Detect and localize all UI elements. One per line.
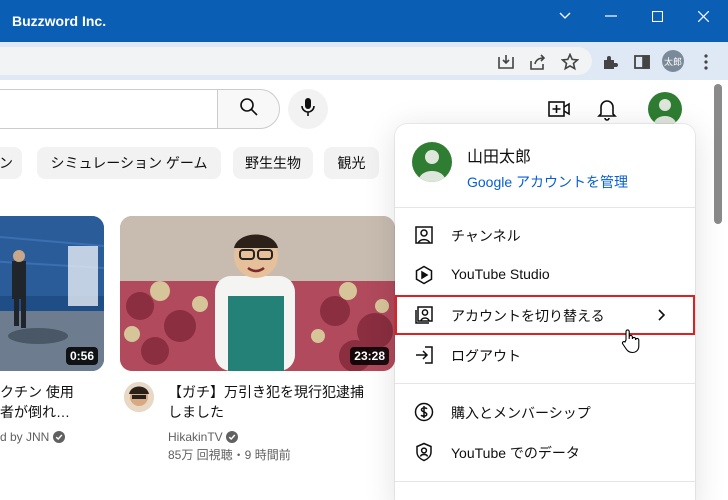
search-button[interactable] <box>217 89 280 129</box>
manage-google-account-link[interactable]: Google アカウントを管理 <box>467 172 628 192</box>
verified-icon <box>52 430 65 448</box>
notifications-bell-icon[interactable] <box>594 96 620 122</box>
chip-wildlife[interactable]: 野生生物 <box>233 147 313 179</box>
video-stats: 85万 回視聴・9 時間前 <box>168 448 291 462</box>
minimize-button[interactable] <box>588 0 634 32</box>
menu-item-label: 購入とメンバーシップ <box>451 405 591 421</box>
search-input[interactable] <box>0 89 218 129</box>
chip-tourism[interactable]: 観光 <box>324 147 379 179</box>
menu-item-label: チャンネル <box>451 228 521 244</box>
voice-search-button[interactable] <box>288 89 328 129</box>
person-box-icon <box>412 223 436 247</box>
video-channel[interactable]: d by JNN <box>0 428 65 448</box>
video-title-line1[interactable]: 【ガチ】万引き犯を現行犯逮捕 <box>168 382 364 402</box>
more-menu-icon[interactable] <box>694 50 718 74</box>
logout-icon <box>412 343 436 367</box>
bookmark-star-icon[interactable] <box>558 50 582 74</box>
channel-avatar[interactable] <box>124 382 154 412</box>
dollar-icon <box>412 400 436 424</box>
menu-item-channel[interactable]: チャンネル <box>395 215 695 255</box>
page-scrollbar[interactable] <box>714 84 722 224</box>
video-channel[interactable]: HikakinTV <box>168 428 239 448</box>
video-title-line2[interactable]: しました <box>168 402 224 422</box>
video-title-line2[interactable]: 者が倒れ… <box>0 402 70 422</box>
chip-simulation-game[interactable]: シミュレーション ゲーム <box>37 147 221 179</box>
profile-avatar[interactable]: 太郎 <box>662 50 684 72</box>
search-icon <box>239 97 259 122</box>
video-title-line1[interactable]: クチン 使用 <box>0 382 74 402</box>
close-button[interactable] <box>680 0 726 32</box>
video-thumbnail[interactable]: 0:56 <box>0 216 104 371</box>
menu-item-your-data[interactable]: YouTube でのデータ <box>395 432 695 472</box>
chip-category[interactable]: ン <box>0 147 22 179</box>
menu-divider <box>395 383 695 384</box>
window-title: Buzzword Inc. <box>12 13 107 29</box>
channel-name: d by JNN <box>0 430 50 444</box>
user-name: 山田太郎 <box>467 149 532 166</box>
install-app-icon[interactable] <box>494 50 518 74</box>
menu-item-label: YouTube でのデータ <box>451 445 580 461</box>
menu-item-youtube-studio[interactable]: YouTube Studio <box>395 255 695 295</box>
create-video-icon[interactable] <box>546 96 572 122</box>
menu-item-label: ログアウト <box>451 348 521 364</box>
account-menu: 山田太郎 Google アカウントを管理 チャンネル YouTube Studi… <box>395 124 695 500</box>
menu-item-label: アカウントを切り替える <box>451 308 605 324</box>
user-avatar <box>412 142 452 182</box>
video-duration: 23:28 <box>350 347 389 365</box>
shield-person-icon <box>412 440 436 464</box>
window-titlebar: Buzzword Inc. <box>0 0 728 42</box>
studio-play-icon <box>412 263 436 287</box>
share-icon[interactable] <box>526 50 550 74</box>
hand-cursor-icon <box>620 328 642 354</box>
menu-divider <box>395 481 695 482</box>
chevron-right-icon <box>651 305 671 330</box>
account-avatar-button[interactable] <box>648 92 682 126</box>
menu-divider <box>395 207 695 208</box>
channel-name: HikakinTV <box>168 430 223 444</box>
menu-item-switch-account[interactable]: アカウントを切り替える <box>395 295 695 335</box>
switch-account-icon <box>412 303 436 327</box>
side-panel-icon[interactable] <box>630 50 654 74</box>
video-duration: 0:56 <box>65 347 98 365</box>
menu-item-purchases[interactable]: 購入とメンバーシップ <box>395 392 695 432</box>
menu-item-label: YouTube Studio <box>451 266 550 282</box>
tab-search-button[interactable] <box>542 0 588 32</box>
maximize-button[interactable] <box>634 0 680 32</box>
extensions-icon[interactable] <box>598 50 622 74</box>
microphone-icon <box>300 97 316 122</box>
video-thumbnail[interactable]: 23:28 <box>120 216 395 371</box>
menu-item-logout[interactable]: ログアウト <box>395 335 695 375</box>
